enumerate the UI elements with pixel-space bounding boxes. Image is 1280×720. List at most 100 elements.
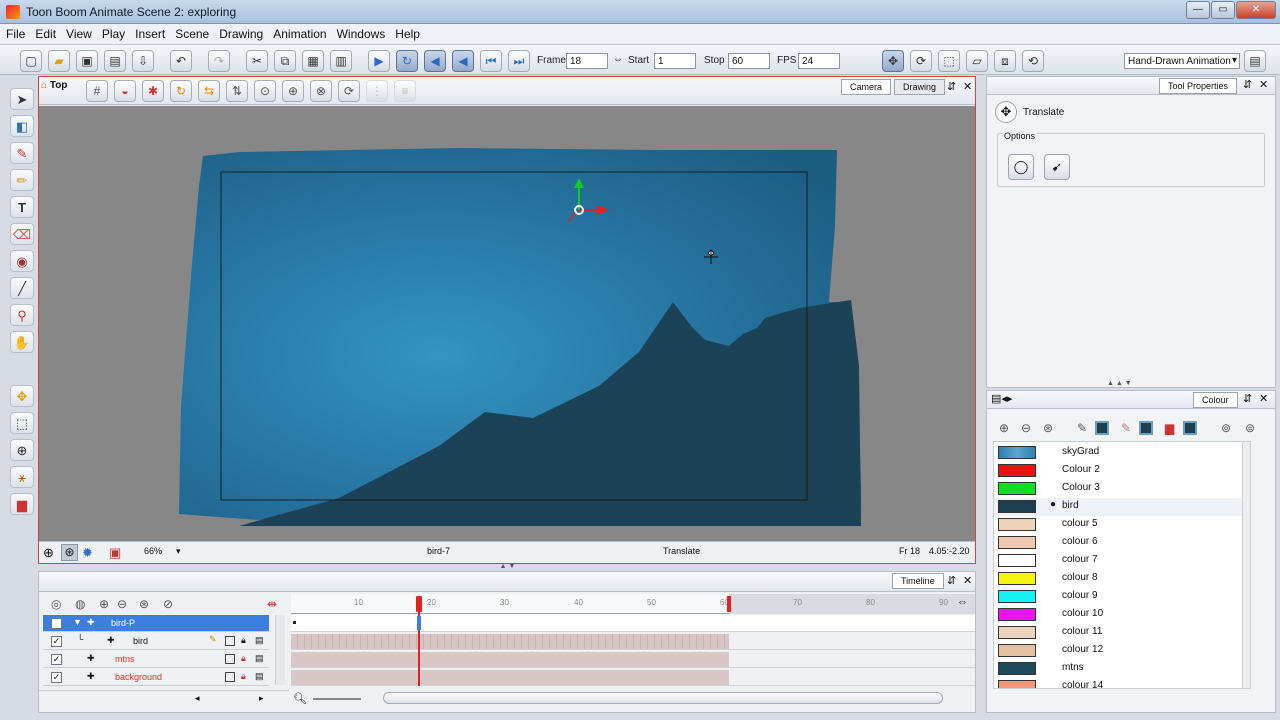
spline-offset-icon[interactable]: ⟲	[1022, 50, 1044, 72]
timeline-menu-icon[interactable]: ⇵	[947, 574, 956, 587]
swatch-chip[interactable]	[998, 608, 1036, 621]
lock-icon[interactable]: 🔒︎	[241, 671, 246, 682]
sound-scrub-icon[interactable]: ◀	[452, 50, 474, 72]
flip-horizontal-icon[interactable]: ⇆	[198, 80, 220, 102]
layer-visibility-checkbox[interactable]: ✓	[51, 672, 62, 683]
swatch-row[interactable]: colour 6	[994, 534, 1248, 552]
swatch-row[interactable]: mtns	[994, 660, 1248, 678]
expand-triangle-icon[interactable]: ▼	[73, 617, 82, 627]
current-brush-colour[interactable]	[1139, 421, 1153, 435]
tab-drawing[interactable]: Drawing	[894, 79, 946, 95]
onion-skin-timeline-icon[interactable]: ◎	[51, 597, 61, 611]
swatch-row[interactable]: colour 11	[994, 624, 1248, 642]
layer-name[interactable]: bird-P	[111, 618, 135, 628]
swatch-row-selected[interactable]: ● bird	[994, 498, 1248, 516]
swatch-row[interactable]: Colour 3	[994, 480, 1248, 498]
save-as-icon[interactable]: ▤	[104, 50, 126, 72]
zoom-level[interactable]: 66%	[144, 546, 162, 556]
lock-icon[interactable]: 🔒︎	[241, 653, 246, 664]
scale-tool-icon[interactable]: ⬚	[938, 50, 960, 72]
menu-edit[interactable]: Edit	[29, 24, 60, 41]
zoom-reset-icon[interactable]: ⊕	[43, 545, 54, 561]
swatch-chip[interactable]	[998, 464, 1036, 477]
redo-icon[interactable]: ↷	[208, 50, 230, 72]
rotate-view-icon[interactable]: ⟳	[338, 80, 360, 102]
colour-options-icon[interactable]: ⊜	[1245, 421, 1255, 435]
flip-vertical-icon[interactable]: ⇅	[226, 80, 248, 102]
close-panel-icon[interactable]: ✕	[963, 80, 972, 93]
link-colour-icon[interactable]: ⊚	[1221, 421, 1231, 435]
sound-icon[interactable]: ◀	[424, 50, 446, 72]
tab-camera[interactable]: Camera	[841, 79, 892, 95]
align-icon[interactable]: ⋮	[366, 80, 388, 102]
splitter-handle[interactable]: ▲ ▼	[485, 563, 530, 570]
menu-insert[interactable]: Insert	[129, 24, 169, 41]
menu-play[interactable]: Play	[96, 24, 129, 41]
cutter-tool-icon[interactable]: ⬚	[10, 412, 34, 434]
track-bird[interactable]	[291, 633, 975, 650]
timeline-zoom-slider[interactable]	[313, 698, 361, 700]
menu-help[interactable]: Help	[389, 24, 424, 41]
distribute-icon[interactable]: ≡	[394, 80, 416, 102]
maximize-button[interactable]: ▭	[1211, 1, 1235, 19]
expand-collapse-icon[interactable]: ⇹	[267, 597, 277, 611]
motion-path-icon[interactable]: ↻	[170, 80, 192, 102]
eraser-tool-icon[interactable]: ⌫	[10, 223, 34, 245]
workspace-select[interactable]: Hand-Drawn Animation ▾	[1124, 53, 1240, 69]
menu-scene[interactable]: Scene	[169, 24, 213, 41]
swatch-scrollbar[interactable]	[1242, 442, 1250, 688]
grid-icon[interactable]: #	[86, 80, 108, 102]
panel-splitter-handle[interactable]: ▲ ▲ ▼	[1107, 380, 1132, 387]
pencil-colour-icon[interactable]: ✎	[1077, 421, 1087, 435]
current-paint-colour[interactable]	[1183, 421, 1197, 435]
line-tool-icon[interactable]: ╱	[10, 277, 34, 299]
settings-icon[interactable]: ✹	[82, 545, 93, 561]
dropper-tool-icon[interactable]: ⚲	[10, 304, 34, 326]
brush-colour-icon[interactable]: ✎	[1121, 421, 1131, 435]
save-icon[interactable]: ▣	[76, 50, 98, 72]
swatch-chip[interactable]	[998, 572, 1036, 585]
tab-timeline[interactable]: Timeline	[892, 573, 944, 589]
layer-hscroll[interactable]: ◂ ▸	[39, 690, 289, 706]
colour-swatch-icon[interactable]	[225, 636, 235, 646]
swatch-chip[interactable]	[998, 518, 1036, 531]
cut-icon[interactable]: ✂	[246, 50, 268, 72]
text-tool-icon[interactable]: T	[10, 196, 34, 218]
scene-end-marker[interactable]	[727, 596, 731, 612]
colour-swatch-icon[interactable]	[225, 672, 235, 682]
panel-menu-icon[interactable]: ⇵	[1243, 392, 1252, 405]
transform-tool-left-icon[interactable]: ✥	[10, 385, 34, 407]
layer-row-mtns[interactable]: ✓ ✚ mtns 🔒︎ ▤	[43, 651, 269, 668]
layer-name[interactable]: bird	[133, 636, 148, 646]
layer-stack-icon[interactable]: ▤	[255, 671, 264, 682]
paint-tool-icon[interactable]: ◉	[10, 250, 34, 272]
remove-layer-icon[interactable]: ⊖	[117, 597, 127, 611]
lock-icon[interactable]: 🔒︎	[241, 635, 246, 646]
add-colour-icon[interactable]: ⊕	[999, 421, 1009, 435]
keyframe-marker[interactable]	[293, 621, 296, 624]
colour-swatch-icon[interactable]	[225, 654, 235, 664]
reset-view-icon[interactable]: ⊙	[254, 80, 276, 102]
close-window-button[interactable]: ✕	[1236, 1, 1276, 19]
pencil-edit-icon[interactable]: ✎	[209, 634, 217, 645]
swatch-chip[interactable]	[998, 644, 1036, 657]
tab-colour[interactable]: Colour	[1193, 392, 1238, 408]
layer-name[interactable]: mtns	[115, 654, 135, 664]
add-peg-icon[interactable]: ⊛	[139, 597, 149, 611]
fps-field[interactable]: 24	[798, 53, 840, 69]
new-scene-icon[interactable]: ▢	[20, 50, 42, 72]
swatch-chip[interactable]	[998, 446, 1036, 459]
transform-tool-icon[interactable]: ✥	[882, 50, 904, 72]
panel-menu-icon[interactable]: ⇵	[1243, 78, 1252, 91]
close-timeline-icon[interactable]: ✕	[963, 574, 972, 587]
layer-row-background[interactable]: ✓ ✚ background 🔒︎ ▤	[43, 669, 269, 686]
peg-select-option-icon[interactable]: ➹	[1044, 154, 1070, 180]
swatch-row[interactable]: colour 14	[994, 678, 1248, 688]
pencil-tool-icon[interactable]: ✏	[10, 169, 34, 191]
swatch-row[interactable]: skyGrad	[994, 444, 1248, 462]
swatch-row[interactable]: colour 5	[994, 516, 1248, 534]
lasso-option-icon[interactable]: ◯	[1008, 154, 1034, 180]
brush-tool-icon[interactable]: ✎	[10, 142, 34, 164]
swatch-row[interactable]: colour 10	[994, 606, 1248, 624]
close-panel-icon[interactable]: ✕	[1259, 78, 1268, 91]
